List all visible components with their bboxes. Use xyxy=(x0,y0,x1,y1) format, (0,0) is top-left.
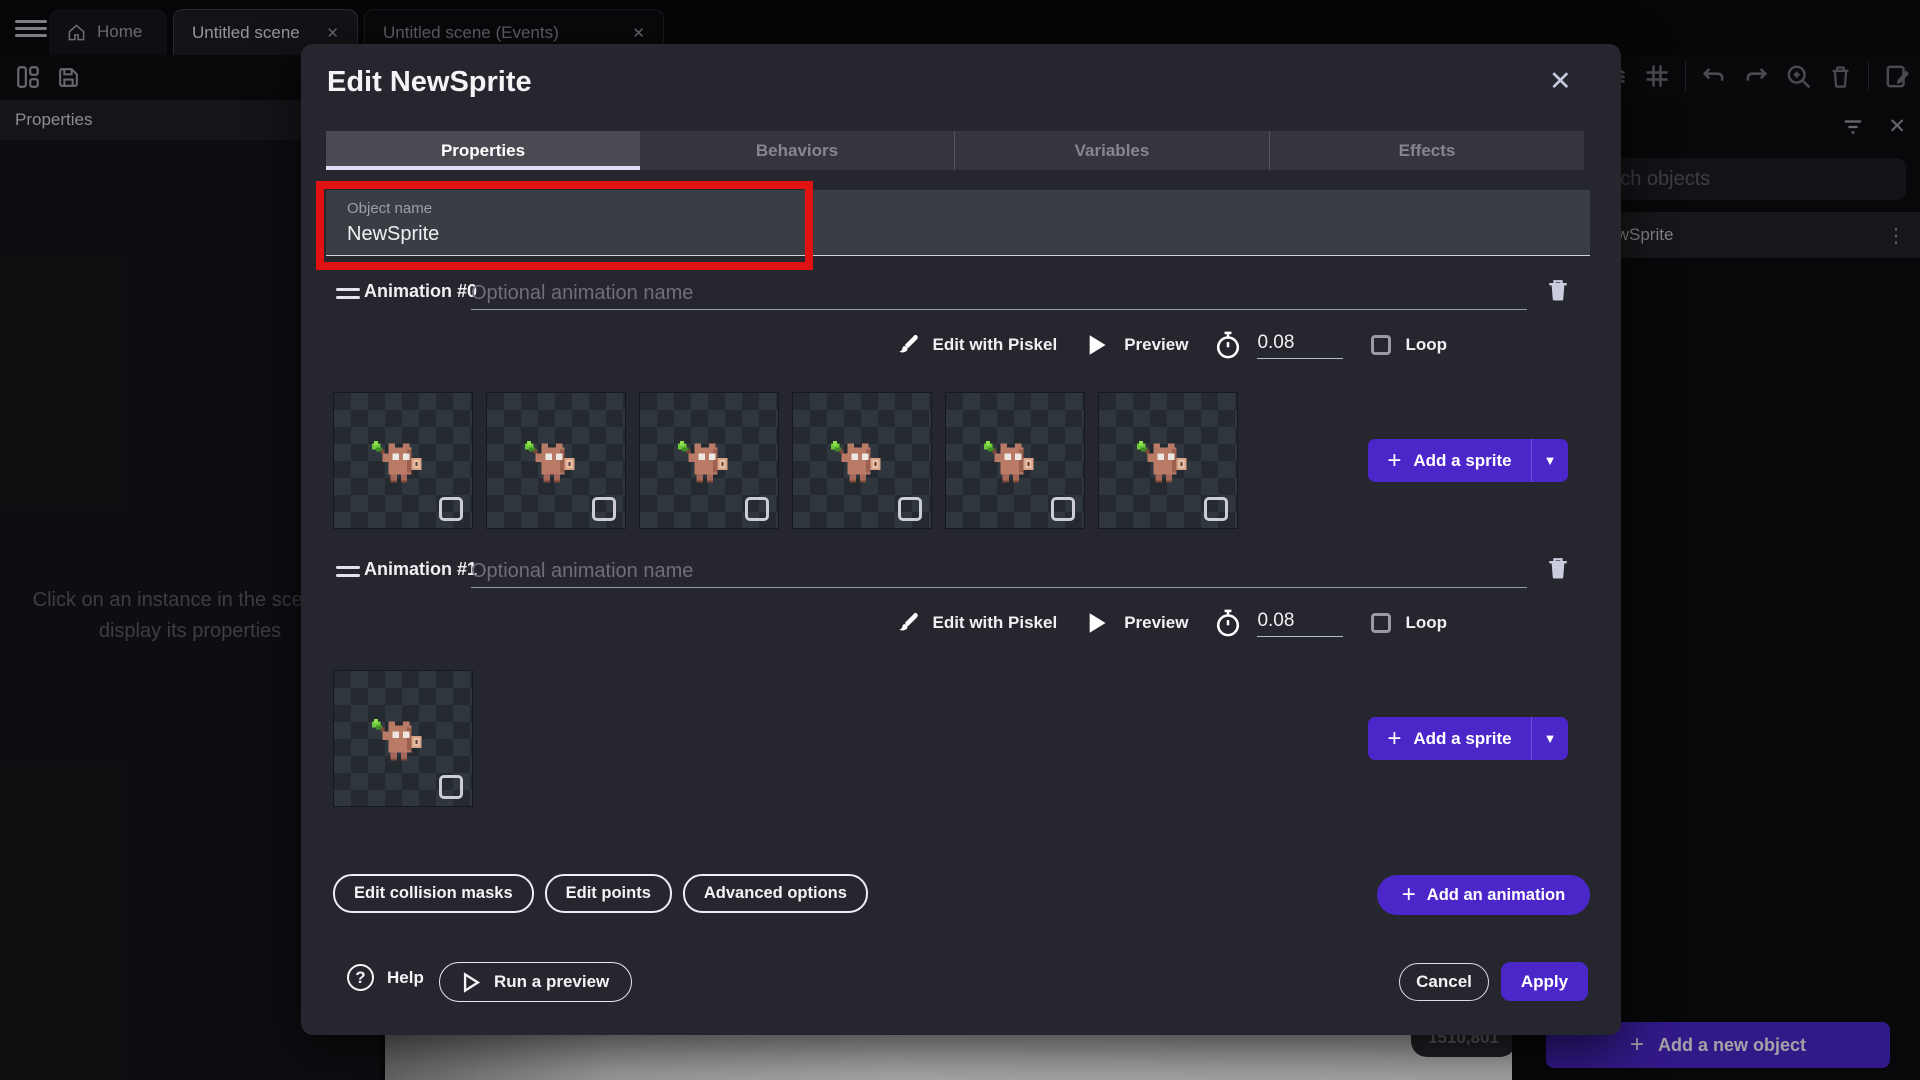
dialog-close-icon[interactable]: ✕ xyxy=(1549,66,1572,97)
stopwatch-icon xyxy=(1214,608,1242,638)
apply-button[interactable]: Apply xyxy=(1501,962,1588,1001)
loop-checkbox[interactable] xyxy=(1371,335,1391,355)
add-a-sprite-button[interactable]: + Add a sprite ▼ xyxy=(1368,717,1568,760)
frame-select-checkbox[interactable] xyxy=(898,497,922,521)
time-between-frames-input[interactable] xyxy=(1257,610,1343,637)
play-icon xyxy=(1087,334,1107,356)
add-an-animation-button[interactable]: + Add an animation xyxy=(1377,875,1590,915)
edit-with-piskel-button[interactable]: Edit with Piskel xyxy=(932,335,1057,355)
cancel-button[interactable]: Cancel xyxy=(1399,963,1489,1001)
object-name-field[interactable]: Object name NewSprite xyxy=(326,190,1590,256)
frame-select-checkbox[interactable] xyxy=(592,497,616,521)
tab-properties[interactable]: Properties xyxy=(326,131,640,170)
edit-points-button[interactable]: Edit points xyxy=(545,874,672,913)
animation-tools-row: Edit with Piskel Preview Loop xyxy=(895,607,1447,639)
pig-sprite-image xyxy=(678,441,736,487)
edit-sprite-dialog: Edit NewSprite ✕ Properties Behaviors Va… xyxy=(301,44,1621,1035)
sprite-frame-thumbnail[interactable] xyxy=(333,392,473,529)
play-outline-icon xyxy=(462,972,481,993)
animation-title: Animation #0 xyxy=(364,281,477,302)
chevron-down-icon[interactable]: ▼ xyxy=(1532,439,1568,482)
drag-handle-icon[interactable] xyxy=(336,566,360,582)
pig-sprite-image xyxy=(984,441,1042,487)
plus-icon: + xyxy=(1387,449,1401,473)
object-name-value: NewSprite xyxy=(347,223,1590,246)
edit-collision-masks-button[interactable]: Edit collision masks xyxy=(333,874,534,913)
advanced-options-button[interactable]: Advanced options xyxy=(683,874,868,913)
preview-button[interactable]: Preview xyxy=(1124,613,1188,633)
preview-button[interactable]: Preview xyxy=(1124,335,1188,355)
sprite-frame-thumbnail[interactable] xyxy=(792,392,932,529)
frame-select-checkbox[interactable] xyxy=(1051,497,1075,521)
animation-title: Animation #1 xyxy=(364,559,477,580)
edit-with-piskel-button[interactable]: Edit with Piskel xyxy=(932,613,1057,633)
loop-label: Loop xyxy=(1405,335,1447,355)
tab-effects[interactable]: Effects xyxy=(1269,131,1584,170)
pig-sprite-image xyxy=(1137,441,1195,487)
pig-sprite-image xyxy=(831,441,889,487)
help-button[interactable]: ? Help xyxy=(347,964,424,991)
dialog-tab-bar: Properties Behaviors Variables Effects xyxy=(326,131,1584,170)
delete-animation-icon[interactable] xyxy=(1544,275,1572,305)
sprite-frame-thumbnail[interactable] xyxy=(639,392,779,529)
frame-select-checkbox[interactable] xyxy=(1204,497,1228,521)
stopwatch-icon xyxy=(1214,330,1242,360)
animation-section-0: Animation #0 Edit with Piskel Preview xyxy=(326,279,1590,537)
pig-sprite-image xyxy=(372,441,430,487)
loop-checkbox[interactable] xyxy=(1371,613,1391,633)
animation-name-input[interactable] xyxy=(471,555,1527,588)
brush-icon xyxy=(895,609,921,637)
chevron-down-icon[interactable]: ▼ xyxy=(1532,717,1568,760)
sprite-frame-thumbnail[interactable] xyxy=(333,670,473,807)
sprite-tools-row: Edit collision masks Edit points Advance… xyxy=(333,874,868,913)
pig-sprite-image xyxy=(525,441,583,487)
plus-icon: + xyxy=(1387,727,1401,751)
tab-behaviors[interactable]: Behaviors xyxy=(640,131,954,170)
loop-label: Loop xyxy=(1405,613,1447,633)
play-icon xyxy=(1087,612,1107,634)
frame-select-checkbox[interactable] xyxy=(439,775,463,799)
add-a-sprite-button[interactable]: + Add a sprite ▼ xyxy=(1368,439,1568,482)
frames-strip xyxy=(333,392,1238,529)
animation-tools-row: Edit with Piskel Preview Loop xyxy=(895,329,1447,361)
frame-select-checkbox[interactable] xyxy=(439,497,463,521)
help-icon: ? xyxy=(347,964,374,991)
time-between-frames-input[interactable] xyxy=(1257,332,1343,359)
sprite-frame-thumbnail[interactable] xyxy=(486,392,626,529)
delete-animation-icon[interactable] xyxy=(1544,553,1572,583)
animation-section-1: Animation #1 Edit with Piskel Preview xyxy=(326,557,1590,815)
sprite-frame-thumbnail[interactable] xyxy=(945,392,1085,529)
frames-strip xyxy=(333,670,473,807)
pig-sprite-image xyxy=(372,719,430,765)
brush-icon xyxy=(895,331,921,359)
object-name-label: Object name xyxy=(347,200,1590,217)
dialog-title: Edit NewSprite xyxy=(327,66,532,99)
sprite-frame-thumbnail[interactable] xyxy=(1098,392,1238,529)
run-a-preview-button[interactable]: Run a preview xyxy=(439,962,632,1002)
frame-select-checkbox[interactable] xyxy=(745,497,769,521)
plus-icon: + xyxy=(1402,883,1416,907)
animation-name-input[interactable] xyxy=(471,277,1527,310)
tab-variables[interactable]: Variables xyxy=(954,131,1269,170)
drag-handle-icon[interactable] xyxy=(336,288,360,304)
gdevelop-app: Home Untitled scene ✕ Untitled scene (Ev… xyxy=(0,0,1920,1080)
